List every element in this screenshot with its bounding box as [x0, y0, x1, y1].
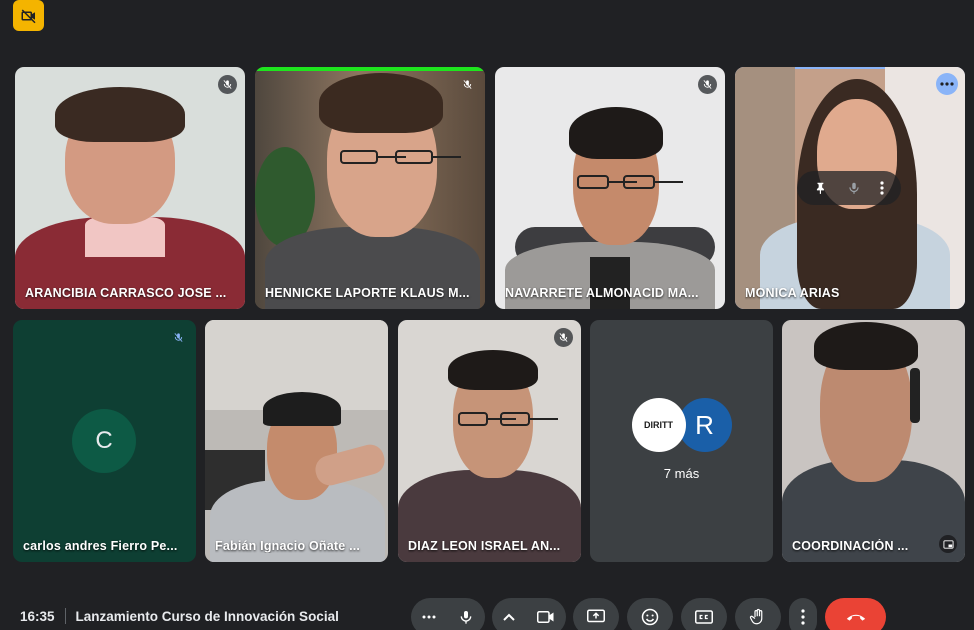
participant-video — [205, 320, 388, 562]
avatar: C — [72, 409, 136, 473]
participant-name: MONICA ARIAS — [745, 286, 840, 300]
avatar: R — [677, 398, 732, 452]
emoji-icon — [641, 608, 659, 626]
mute-indicator — [169, 328, 188, 347]
mic-icon[interactable] — [847, 181, 861, 195]
picture-in-picture-icon — [942, 539, 954, 549]
diritt-logo: DIRITT — [631, 398, 686, 452]
mute-indicator — [218, 75, 237, 94]
participant-tile[interactable]: NAVARRETE ALMONACID MA... — [495, 67, 725, 309]
more-vertical-icon — [801, 609, 805, 625]
meeting-info: 16:35 Lanzamiento Curso de Innovación So… — [20, 608, 339, 624]
tile-options-button[interactable] — [936, 73, 958, 95]
mute-indicator — [458, 75, 477, 94]
mic-off-icon — [559, 333, 568, 342]
speaking-indicator — [255, 67, 485, 71]
mic-off-icon — [463, 80, 472, 89]
participant-tile[interactable]: MONICA ARIAS — [735, 67, 965, 309]
end-call-icon — [846, 614, 865, 621]
mute-indicator — [554, 328, 573, 347]
picture-in-picture-button[interactable] — [939, 535, 957, 553]
participant-tile[interactable]: Fabián Ignacio Oñate ... — [205, 320, 388, 562]
mic-control[interactable] — [411, 598, 485, 630]
more-options-button[interactable] — [789, 598, 817, 630]
emoji-button[interactable] — [627, 598, 673, 630]
raise-hand-button[interactable] — [735, 598, 781, 630]
camera-off-badge[interactable] — [13, 0, 44, 31]
participant-video — [255, 67, 485, 309]
mic-off-icon — [703, 80, 712, 89]
participant-video — [15, 67, 245, 309]
camera-off-icon — [21, 8, 36, 23]
more-vertical-icon[interactable] — [880, 181, 884, 195]
pin-icon[interactable] — [814, 181, 828, 195]
divider — [64, 608, 66, 624]
others-tile[interactable]: DIRITT R 7 más — [590, 320, 773, 562]
participant-video — [495, 67, 725, 309]
captions-button[interactable] — [681, 598, 727, 630]
more-participants-label: 7 más — [663, 466, 700, 481]
raise-hand-icon — [749, 608, 763, 625]
mic-off-icon — [223, 80, 232, 89]
more-horizontal-icon — [940, 82, 954, 86]
present-button[interactable] — [573, 598, 619, 630]
more-horizontal-icon[interactable] — [422, 615, 436, 619]
participant-tile[interactable]: ARANCIBIA CARRASCO JOSE ... — [15, 67, 245, 309]
participant-name: Fabián Ignacio Oñate ... — [215, 539, 361, 553]
meeting-title: Lanzamiento Curso de Innovación Social — [75, 608, 339, 624]
mic-icon[interactable] — [458, 609, 474, 625]
present-screen-icon — [587, 609, 605, 623]
chevron-up-icon[interactable] — [503, 613, 515, 621]
participant-name: COORDINACIÓN ... — [792, 539, 909, 553]
participant-name: HENNICKE LAPORTE KLAUS M... — [265, 286, 470, 300]
camera-control[interactable] — [492, 598, 566, 630]
meeting-time: 16:35 — [20, 608, 55, 624]
participant-name: NAVARRETE ALMONACID MA... — [505, 286, 699, 300]
captions-icon — [695, 610, 713, 624]
participant-video — [782, 320, 965, 562]
participant-name: ARANCIBIA CARRASCO JOSE ... — [25, 286, 227, 300]
camera-icon[interactable] — [537, 610, 555, 624]
tile-hover-controls — [797, 171, 901, 205]
participant-name: carlos andres Fierro Pe... — [23, 539, 178, 553]
participant-tile[interactable]: C carlos andres Fierro Pe... — [13, 320, 196, 562]
participant-tile[interactable]: HENNICKE LAPORTE KLAUS M... — [255, 67, 485, 309]
participant-name: DIAZ LEON ISRAEL AN... — [408, 539, 561, 553]
mute-indicator — [698, 75, 717, 94]
participant-tile[interactable]: COORDINACIÓN ... — [782, 320, 965, 562]
mic-off-icon — [174, 333, 183, 342]
participant-tile[interactable]: DIAZ LEON ISRAEL AN... — [398, 320, 581, 562]
end-call-button[interactable] — [825, 598, 886, 630]
participant-video — [398, 320, 581, 562]
others-avatars: DIRITT R — [590, 398, 773, 452]
